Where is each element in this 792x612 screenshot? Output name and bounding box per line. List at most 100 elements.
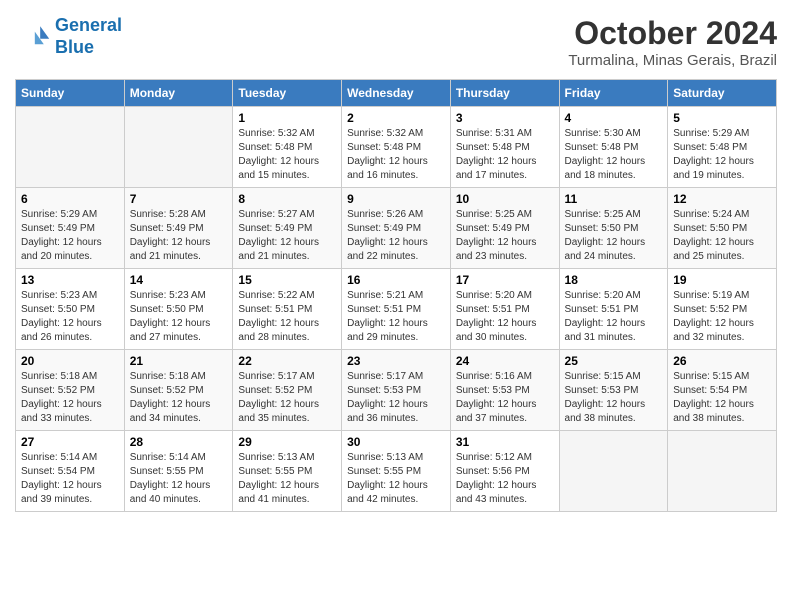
- calendar-cell: 27 Sunrise: 5:14 AMSunset: 5:54 PMDayligh…: [16, 431, 125, 512]
- calendar-cell: 15 Sunrise: 5:22 AMSunset: 5:51 PMDayligh…: [233, 269, 342, 350]
- calendar-cell: 11 Sunrise: 5:25 AMSunset: 5:50 PMDayligh…: [559, 188, 668, 269]
- day-number: 28: [130, 435, 228, 449]
- logo: General Blue: [15, 15, 122, 58]
- day-number: 19: [673, 273, 771, 287]
- calendar-body: 1 Sunrise: 5:32 AMSunset: 5:48 PMDaylight…: [16, 107, 777, 512]
- day-info: Sunrise: 5:29 AMSunset: 5:49 PMDaylight:…: [21, 208, 119, 264]
- day-number: 23: [347, 354, 445, 368]
- day-number: 7: [130, 192, 228, 206]
- weekday-header: Wednesday: [342, 80, 451, 107]
- calendar-cell: [559, 431, 668, 512]
- day-number: 1: [238, 111, 336, 125]
- day-info: Sunrise: 5:15 AMSunset: 5:54 PMDaylight:…: [673, 370, 771, 426]
- calendar-cell: 16 Sunrise: 5:21 AMSunset: 5:51 PMDayligh…: [342, 269, 451, 350]
- calendar-cell: [124, 107, 233, 188]
- day-number: 17: [456, 273, 554, 287]
- logo-text: General Blue: [55, 15, 122, 58]
- day-info: Sunrise: 5:14 AMSunset: 5:55 PMDaylight:…: [130, 451, 228, 507]
- calendar-cell: 2 Sunrise: 5:32 AMSunset: 5:48 PMDaylight…: [342, 107, 451, 188]
- day-info: Sunrise: 5:20 AMSunset: 5:51 PMDaylight:…: [565, 289, 663, 345]
- day-info: Sunrise: 5:15 AMSunset: 5:53 PMDaylight:…: [565, 370, 663, 426]
- day-info: Sunrise: 5:14 AMSunset: 5:54 PMDaylight:…: [21, 451, 119, 507]
- day-number: 30: [347, 435, 445, 449]
- day-number: 29: [238, 435, 336, 449]
- weekday-header: Thursday: [450, 80, 559, 107]
- day-number: 5: [673, 111, 771, 125]
- calendar-cell: 20 Sunrise: 5:18 AMSunset: 5:52 PMDayligh…: [16, 350, 125, 431]
- day-info: Sunrise: 5:28 AMSunset: 5:49 PMDaylight:…: [130, 208, 228, 264]
- day-number: 24: [456, 354, 554, 368]
- calendar-cell: 13Sunrise: 5:23 AMSunset: 5:50 PMDayligh…: [16, 269, 125, 350]
- day-number: 26: [673, 354, 771, 368]
- calendar-cell: 7 Sunrise: 5:28 AMSunset: 5:49 PMDaylight…: [124, 188, 233, 269]
- day-number: 3: [456, 111, 554, 125]
- day-info: Sunrise: 5:12 AMSunset: 5:56 PMDaylight:…: [456, 451, 554, 507]
- calendar-cell: 1 Sunrise: 5:32 AMSunset: 5:48 PMDaylight…: [233, 107, 342, 188]
- weekday-header: Monday: [124, 80, 233, 107]
- day-number: 13: [21, 273, 119, 287]
- calendar-cell: 29 Sunrise: 5:13 AMSunset: 5:55 PMDayligh…: [233, 431, 342, 512]
- calendar-cell: 4Sunrise: 5:30 AMSunset: 5:48 PMDaylight…: [559, 107, 668, 188]
- weekday-row: SundayMondayTuesdayWednesdayThursdayFrid…: [16, 80, 777, 107]
- calendar-week-row: 13Sunrise: 5:23 AMSunset: 5:50 PMDayligh…: [16, 269, 777, 350]
- day-number: 20: [21, 354, 119, 368]
- weekday-header: Sunday: [16, 80, 125, 107]
- day-info: Sunrise: 5:27 AMSunset: 5:49 PMDaylight:…: [238, 208, 336, 264]
- calendar-cell: 18 Sunrise: 5:20 AMSunset: 5:51 PMDayligh…: [559, 269, 668, 350]
- day-info: Sunrise: 5:13 AMSunset: 5:55 PMDaylight:…: [347, 451, 445, 507]
- calendar-cell: 23Sunrise: 5:17 AMSunset: 5:53 PMDayligh…: [342, 350, 451, 431]
- day-number: 12: [673, 192, 771, 206]
- day-info: Sunrise: 5:32 AMSunset: 5:48 PMDaylight:…: [347, 127, 445, 183]
- calendar-cell: 5 Sunrise: 5:29 AMSunset: 5:48 PMDaylight…: [668, 107, 777, 188]
- day-number: 27: [21, 435, 119, 449]
- day-info: Sunrise: 5:24 AMSunset: 5:50 PMDaylight:…: [673, 208, 771, 264]
- location-title: Turmalina, Minas Gerais, Brazil: [568, 52, 777, 69]
- day-number: 21: [130, 354, 228, 368]
- calendar-cell: [668, 431, 777, 512]
- day-number: 31: [456, 435, 554, 449]
- day-info: Sunrise: 5:19 AMSunset: 5:52 PMDaylight:…: [673, 289, 771, 345]
- day-info: Sunrise: 5:26 AMSunset: 5:49 PMDaylight:…: [347, 208, 445, 264]
- calendar-cell: 17 Sunrise: 5:20 AMSunset: 5:51 PMDayligh…: [450, 269, 559, 350]
- day-info: Sunrise: 5:18 AMSunset: 5:52 PMDaylight:…: [21, 370, 119, 426]
- day-number: 18: [565, 273, 663, 287]
- calendar-cell: 3 Sunrise: 5:31 AMSunset: 5:48 PMDaylight…: [450, 107, 559, 188]
- day-number: 14: [130, 273, 228, 287]
- day-number: 11: [565, 192, 663, 206]
- day-number: 15: [238, 273, 336, 287]
- calendar-week-row: 20 Sunrise: 5:18 AMSunset: 5:52 PMDayligh…: [16, 350, 777, 431]
- calendar-cell: 10 Sunrise: 5:25 AMSunset: 5:49 PMDayligh…: [450, 188, 559, 269]
- calendar-cell: 25Sunrise: 5:15 AMSunset: 5:53 PMDayligh…: [559, 350, 668, 431]
- month-title: October 2024: [568, 15, 777, 52]
- day-number: 16: [347, 273, 445, 287]
- day-number: 8: [238, 192, 336, 206]
- title-area: October 2024 Turmalina, Minas Gerais, Br…: [568, 15, 777, 69]
- logo-icon: [15, 19, 51, 55]
- day-info: Sunrise: 5:18 AMSunset: 5:52 PMDaylight:…: [130, 370, 228, 426]
- calendar-cell: [16, 107, 125, 188]
- day-info: Sunrise: 5:25 AMSunset: 5:49 PMDaylight:…: [456, 208, 554, 264]
- day-info: Sunrise: 5:21 AMSunset: 5:51 PMDaylight:…: [347, 289, 445, 345]
- calendar-cell: 8 Sunrise: 5:27 AMSunset: 5:49 PMDaylight…: [233, 188, 342, 269]
- day-info: Sunrise: 5:29 AMSunset: 5:48 PMDaylight:…: [673, 127, 771, 183]
- day-info: Sunrise: 5:13 AMSunset: 5:55 PMDaylight:…: [238, 451, 336, 507]
- logo-line2: Blue: [55, 37, 94, 57]
- weekday-header: Saturday: [668, 80, 777, 107]
- day-info: Sunrise: 5:20 AMSunset: 5:51 PMDaylight:…: [456, 289, 554, 345]
- day-number: 10: [456, 192, 554, 206]
- weekday-header: Friday: [559, 80, 668, 107]
- day-info: Sunrise: 5:22 AMSunset: 5:51 PMDaylight:…: [238, 289, 336, 345]
- calendar-cell: 24Sunrise: 5:16 AMSunset: 5:53 PMDayligh…: [450, 350, 559, 431]
- calendar-cell: 26 Sunrise: 5:15 AMSunset: 5:54 PMDayligh…: [668, 350, 777, 431]
- calendar-cell: 14Sunrise: 5:23 AMSunset: 5:50 PMDayligh…: [124, 269, 233, 350]
- day-info: Sunrise: 5:31 AMSunset: 5:48 PMDaylight:…: [456, 127, 554, 183]
- day-number: 9: [347, 192, 445, 206]
- day-info: Sunrise: 5:32 AMSunset: 5:48 PMDaylight:…: [238, 127, 336, 183]
- day-number: 4: [565, 111, 663, 125]
- calendar-cell: 9 Sunrise: 5:26 AMSunset: 5:49 PMDaylight…: [342, 188, 451, 269]
- logo-line1: General: [55, 15, 122, 35]
- calendar-header: SundayMondayTuesdayWednesdayThursdayFrid…: [16, 80, 777, 107]
- calendar-week-row: 27 Sunrise: 5:14 AMSunset: 5:54 PMDayligh…: [16, 431, 777, 512]
- day-number: 2: [347, 111, 445, 125]
- day-info: Sunrise: 5:25 AMSunset: 5:50 PMDaylight:…: [565, 208, 663, 264]
